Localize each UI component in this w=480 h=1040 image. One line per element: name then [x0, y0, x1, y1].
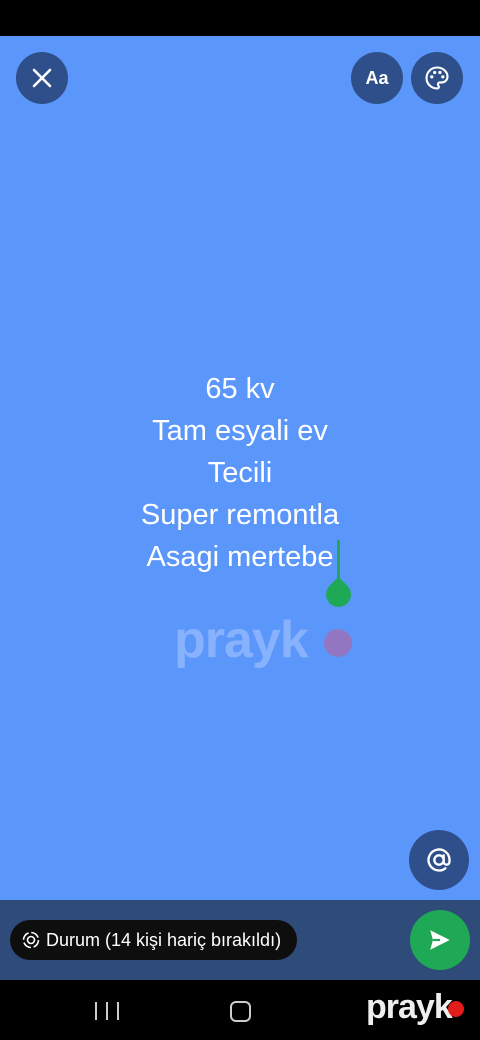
color-button[interactable] — [411, 52, 463, 104]
close-icon — [32, 68, 52, 88]
send-icon — [430, 930, 450, 950]
status-line: 65 kv — [205, 373, 275, 405]
brand-logo: prayk — [366, 988, 453, 1026]
palette-icon — [425, 66, 449, 90]
caret-handle[interactable] — [320, 576, 357, 613]
watermark: prayk — [174, 611, 309, 669]
home-button[interactable] — [230, 1001, 251, 1022]
recents-button[interactable] — [95, 1002, 119, 1020]
status-line: Asagi mertebe — [146, 541, 334, 573]
font-button[interactable]: Aa — [351, 52, 403, 104]
status-line: Tam esyali ev — [152, 415, 328, 447]
bottom-bar: Durum (14 kişi hariç bırakıldı) — [0, 900, 480, 980]
at-sign-icon — [427, 848, 451, 872]
system-nav-bar: prayk — [0, 980, 480, 1040]
status-line: Super remontla — [140, 499, 340, 531]
close-button[interactable] — [16, 52, 68, 104]
status-ring-icon — [22, 931, 40, 949]
status-line: Tecili — [207, 457, 273, 489]
audience-label: Durum (14 kişi hariç bırakıldı) — [46, 929, 282, 950]
status-bar — [0, 0, 480, 36]
brand-dot — [448, 1001, 464, 1017]
status-text[interactable]: 65 kv Tam esyali ev Tecili Super remontl… — [0, 368, 480, 578]
status-canvas[interactable]: Aa 65 kv Tam esyali ev Tecili Super remo… — [0, 36, 480, 900]
font-label: Aa — [365, 67, 389, 88]
send-button[interactable] — [410, 910, 470, 970]
watermark-dot — [324, 629, 352, 657]
mention-button[interactable] — [409, 830, 469, 890]
audience-selector[interactable]: Durum (14 kişi hariç bırakıldı) — [10, 920, 298, 960]
